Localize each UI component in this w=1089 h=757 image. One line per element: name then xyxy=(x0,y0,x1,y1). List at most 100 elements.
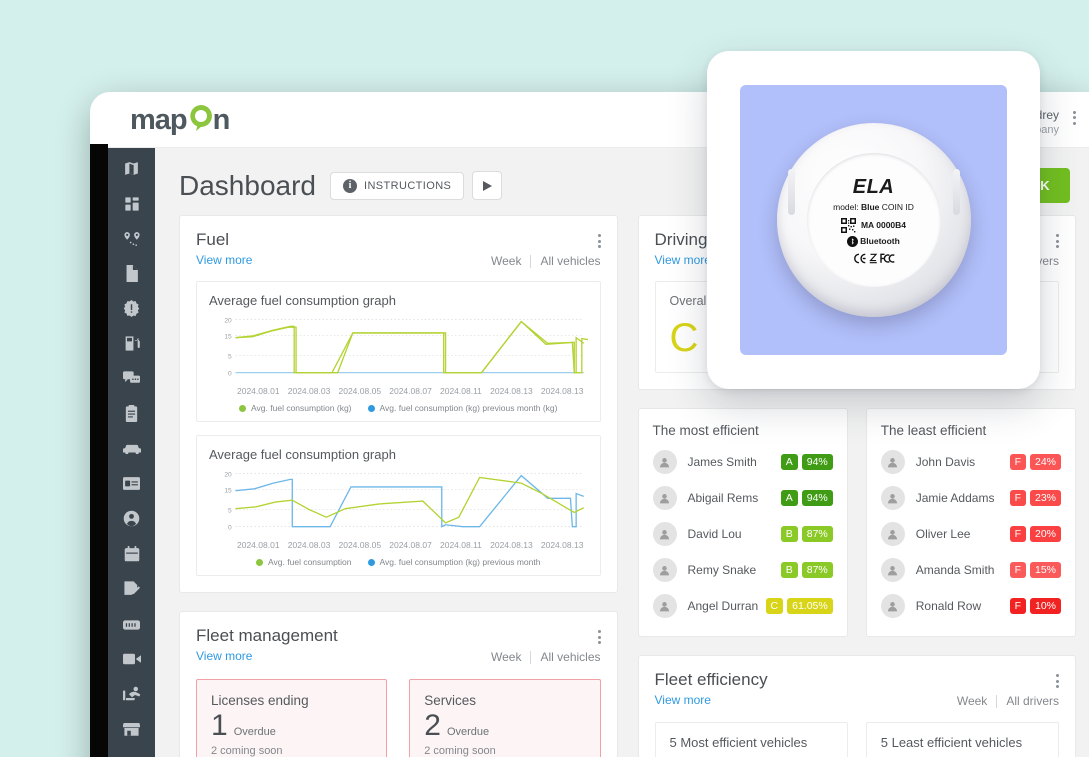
fuel-filter-period[interactable]: Week xyxy=(491,254,521,268)
fuel-chart-2: Average fuel consumption graph 20 15 5 0… xyxy=(196,435,601,577)
box-title: 5 Most efficient vehicles xyxy=(669,735,808,750)
sidebar-item-video[interactable] xyxy=(115,650,149,672)
list-item[interactable]: Ronald Row F 10% xyxy=(880,588,1061,624)
qr-code-icon xyxy=(840,217,856,233)
sidebar-item-tachograph[interactable] xyxy=(115,475,149,497)
most-efficient-title: The most efficient xyxy=(652,423,759,438)
list-item[interactable]: Jamie Addams F 23% xyxy=(880,480,1061,516)
device-bluetooth-row: Bluetooth xyxy=(847,235,900,247)
x-tick: 2024.08.13 xyxy=(490,540,533,551)
sidebar-item-service[interactable] xyxy=(115,685,149,707)
sidebar-item-store[interactable] xyxy=(115,720,149,742)
ela-device-overlay-card: ELA model: Blue COIN ID MA 0000B4 Blueto… xyxy=(707,51,1040,389)
list-item[interactable]: David Lou B 87% xyxy=(652,516,833,552)
fuel-card-header: Fuel View more Week All vehicles xyxy=(196,230,601,268)
kebab-menu-icon[interactable] xyxy=(1056,230,1059,248)
list-item[interactable]: Remy Snake B 87% xyxy=(652,552,833,588)
avatar xyxy=(652,486,677,510)
sidebar-item-vehicles[interactable] xyxy=(115,440,149,462)
services-box[interactable]: Services 2 Overdue 2 coming soon xyxy=(409,679,601,757)
fleet-efficiency-view-more[interactable]: View more xyxy=(655,693,768,707)
page-title: Dashboard xyxy=(179,169,316,201)
fleet-efficiency-boxes: 5 Most efficient vehicles 5 Least effici… xyxy=(654,722,1059,757)
store-icon xyxy=(122,722,141,741)
sidebar-item-alerts[interactable] xyxy=(115,300,149,322)
play-tour-button[interactable] xyxy=(472,171,503,200)
fleet-management-view-more[interactable]: View more xyxy=(196,649,338,663)
sidebar-item-dashboard[interactable] xyxy=(115,195,149,217)
score-badge: 94% xyxy=(801,454,833,470)
x-tick: 2024.08.03 xyxy=(287,386,331,397)
fleet-efficiency-filters: Week All drivers xyxy=(957,694,1059,708)
badges: B 87% xyxy=(780,526,833,542)
kebab-menu-icon[interactable] xyxy=(1056,670,1059,688)
fm-filter-period[interactable]: Week xyxy=(491,650,521,664)
instructions-button[interactable]: i iNSTRUCTIONS xyxy=(329,171,465,200)
play-triangle-icon xyxy=(482,180,492,191)
fleet-management-card: Fleet management View more Week All vehi… xyxy=(179,611,618,757)
most-efficient-vehicles-box: 5 Most efficient vehicles xyxy=(654,722,848,757)
fuel-filter-scope[interactable]: All vehicles xyxy=(540,254,600,268)
fuel-card-view-more[interactable]: View more xyxy=(196,253,252,267)
alert-badge-icon xyxy=(123,300,140,322)
badges: F 20% xyxy=(1009,526,1061,542)
device-bluetooth-label: Bluetooth xyxy=(860,236,900,246)
grade-badge: A xyxy=(780,454,798,470)
list-item[interactable]: John Davis F 24% xyxy=(880,444,1061,480)
fuel-chart-2-xlabels: 2024.08.01 2024.08.03 2024.08.05 2024.08… xyxy=(209,536,588,550)
kebab-menu-icon[interactable] xyxy=(597,626,601,645)
driver-name: Abigail Rems xyxy=(687,491,759,505)
fleet-efficiency-card: Fleet efficiency View more Week All driv… xyxy=(637,655,1076,757)
device-id-row: MA 0000B4 xyxy=(840,217,907,233)
fm-filter-scope[interactable]: All vehicles xyxy=(540,650,600,664)
grade-badge: B xyxy=(780,562,798,578)
sidebar-item-tasks[interactable] xyxy=(115,405,149,427)
list-item[interactable]: Oliver Lee F 20% xyxy=(880,516,1061,552)
route-pins-icon xyxy=(123,231,141,252)
kebab-menu-icon[interactable] xyxy=(1073,107,1076,125)
fleet-management-controls: Week All vehicles xyxy=(491,626,601,664)
user-circle-icon xyxy=(123,510,140,532)
sidebar-item-calendar[interactable] xyxy=(115,545,149,567)
list-item[interactable]: Abigail Rems A 94% xyxy=(652,480,833,516)
svg-text:5: 5 xyxy=(228,508,232,515)
fleet-efficiency-header: Fleet efficiency View more Week All driv… xyxy=(655,670,1059,708)
sidebar-item-forms[interactable] xyxy=(115,580,149,602)
licenses-ending-box[interactable]: Licenses ending 1 Overdue 2 coming soon xyxy=(196,679,388,757)
grade-badge: F xyxy=(1009,598,1026,614)
mapon-logo[interactable]: map n xyxy=(130,104,230,135)
list-item[interactable]: Angel Durran C 61.05% xyxy=(652,588,833,624)
driver-name: Jamie Addams xyxy=(915,491,995,505)
sidebar-item-reports[interactable] xyxy=(115,265,149,287)
fe-filter-period[interactable]: Week xyxy=(957,694,987,708)
document-icon xyxy=(124,265,139,287)
kebab-menu-icon[interactable] xyxy=(597,230,601,248)
svg-text:5: 5 xyxy=(228,353,232,360)
video-camera-icon xyxy=(122,652,141,670)
badges: B 87% xyxy=(780,562,833,578)
legend-dot-icon xyxy=(367,558,375,566)
sidebar-item-routes[interactable] xyxy=(115,230,149,252)
device-id: MA 0000B4 xyxy=(860,220,907,230)
edit-document-icon xyxy=(123,580,140,602)
fuel-chart-1-title: Average fuel consumption graph xyxy=(209,293,396,308)
fe-filter-scope[interactable]: All drivers xyxy=(1006,694,1059,708)
list-item[interactable]: James Smith A 94% xyxy=(652,444,833,480)
device-photo: ELA model: Blue COIN ID MA 0000B4 Blueto… xyxy=(740,85,1007,355)
badges: F 15% xyxy=(1009,562,1061,578)
sidebar-item-map[interactable] xyxy=(115,160,149,182)
legend-item: Avg. fuel consumption (kg) xyxy=(239,403,352,413)
svg-text:15: 15 xyxy=(224,488,232,495)
sidebar-item-fuel[interactable] xyxy=(115,335,149,357)
fuel-chart-1-legend: Avg. fuel consumption (kg) Avg. fuel con… xyxy=(209,403,588,413)
legend-dot-icon xyxy=(256,558,264,566)
least-efficient-title: The least efficient xyxy=(880,423,987,438)
sidebar-item-drivers[interactable] xyxy=(115,510,149,532)
list-item[interactable]: Amanda Smith F 15% xyxy=(880,552,1061,588)
model-bold: Blue xyxy=(860,201,880,212)
sidebar-item-sensors[interactable] xyxy=(115,615,149,637)
sidebar-item-messages[interactable] xyxy=(115,370,149,392)
box-coming-soon: 2 coming soon xyxy=(211,744,283,757)
score-badge: 15% xyxy=(1029,562,1061,578)
fuel-card-controls: Week All vehicles xyxy=(491,230,601,268)
